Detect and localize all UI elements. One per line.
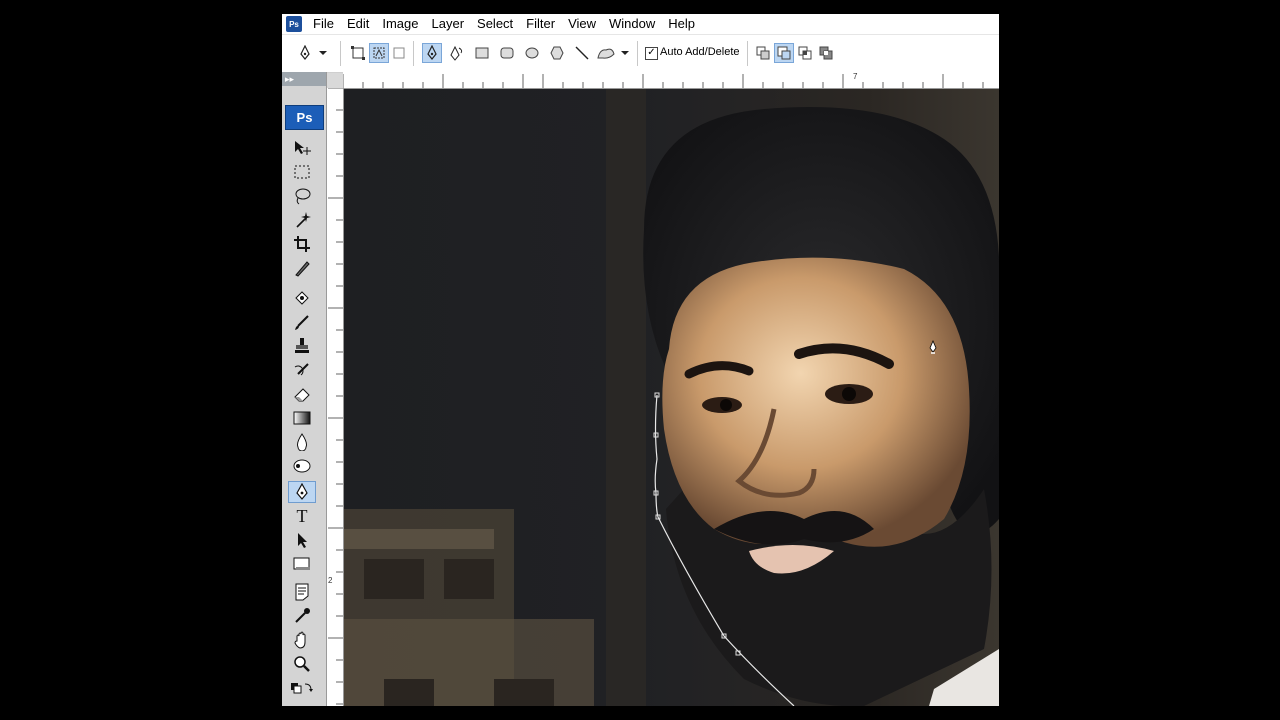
menu-edit[interactable]: Edit bbox=[342, 14, 377, 34]
menu-bar: Ps File Edit Image Layer Select Filter V… bbox=[282, 14, 999, 34]
exclude-overlapping-path-areas-icon[interactable] bbox=[817, 44, 835, 62]
line-icon[interactable] bbox=[573, 44, 591, 62]
crop-icon[interactable] bbox=[289, 234, 315, 254]
shape-icon[interactable] bbox=[289, 554, 315, 574]
custom-shape-dropdown-icon[interactable] bbox=[620, 44, 630, 62]
color-swap-icon[interactable] bbox=[289, 678, 315, 698]
history-brush-icon[interactable] bbox=[289, 360, 315, 380]
hand-icon[interactable] bbox=[289, 630, 315, 650]
custom-shape-icon[interactable] bbox=[597, 44, 615, 62]
options-bar: ✓ Auto Add/Delete bbox=[282, 34, 999, 73]
menu-help[interactable]: Help bbox=[663, 14, 703, 34]
menu-select[interactable]: Select bbox=[472, 14, 521, 34]
healing-brush-icon[interactable] bbox=[289, 288, 315, 308]
eraser-icon[interactable] bbox=[289, 384, 315, 404]
path-selection-icon[interactable] bbox=[289, 530, 315, 550]
marquee-icon[interactable] bbox=[289, 162, 315, 182]
move-icon[interactable] bbox=[289, 138, 315, 158]
rectangle-icon[interactable] bbox=[473, 44, 491, 62]
tool-preset-dropdown-icon[interactable] bbox=[318, 44, 328, 62]
ruler-label: 7 bbox=[853, 72, 858, 81]
menu-layer[interactable]: Layer bbox=[427, 14, 473, 34]
brush-icon[interactable] bbox=[289, 312, 315, 332]
ellipse-icon[interactable] bbox=[523, 44, 541, 62]
polygon-icon[interactable] bbox=[548, 44, 566, 62]
type-icon[interactable]: T bbox=[289, 506, 315, 526]
subtract-from-path-area-icon[interactable] bbox=[774, 43, 794, 63]
ps-badge[interactable]: Ps bbox=[285, 105, 324, 130]
auto-add-delete-checkbox[interactable]: ✓ bbox=[645, 47, 658, 60]
menu-image[interactable]: Image bbox=[377, 14, 426, 34]
auto-add-delete-label: Auto Add/Delete bbox=[660, 46, 740, 58]
intersect-path-areas-icon[interactable] bbox=[796, 44, 814, 62]
pen-icon[interactable] bbox=[288, 481, 316, 503]
document-canvas[interactable] bbox=[344, 89, 999, 706]
freeform-pen-icon[interactable] bbox=[448, 44, 466, 62]
photoshop-window: Ps File Edit Image Layer Select Filter V… bbox=[282, 14, 999, 706]
clone-stamp-icon[interactable] bbox=[289, 336, 315, 356]
gradient-icon[interactable] bbox=[289, 408, 315, 428]
fill-pixels-icon[interactable] bbox=[390, 44, 408, 62]
rounded-rectangle-icon[interactable] bbox=[498, 44, 516, 62]
menu-window[interactable]: Window bbox=[604, 14, 663, 34]
magic-wand-icon[interactable] bbox=[289, 210, 315, 230]
slice-icon[interactable] bbox=[289, 258, 315, 278]
pen-tool-preset-icon[interactable] bbox=[296, 44, 314, 62]
divider bbox=[637, 41, 638, 66]
menu-view[interactable]: View bbox=[563, 14, 604, 34]
shape-layers-icon[interactable] bbox=[349, 44, 367, 62]
menu-file[interactable]: File bbox=[308, 14, 342, 34]
lasso-icon[interactable] bbox=[289, 186, 315, 206]
pen-icon[interactable] bbox=[422, 43, 442, 63]
zoom-icon[interactable] bbox=[289, 654, 315, 674]
ruler-label: 2 bbox=[328, 576, 333, 585]
paths-icon[interactable] bbox=[369, 43, 389, 63]
photo bbox=[344, 89, 999, 706]
menu-filter[interactable]: Filter bbox=[521, 14, 563, 34]
eyedropper-icon[interactable] bbox=[289, 606, 315, 626]
divider bbox=[747, 41, 748, 66]
horizontal-ruler: 7 bbox=[342, 72, 999, 89]
divider bbox=[413, 41, 414, 66]
vertical-ruler: 2 bbox=[326, 87, 344, 706]
add-to-path-area-icon[interactable] bbox=[754, 44, 772, 62]
dodge-icon[interactable] bbox=[289, 456, 315, 476]
notes-icon[interactable] bbox=[289, 582, 315, 602]
app-logo: Ps bbox=[286, 16, 302, 32]
divider bbox=[340, 41, 341, 66]
toolbox-grip[interactable]: ▸▸ bbox=[282, 72, 326, 86]
blur-icon[interactable] bbox=[289, 432, 315, 452]
toolbox: ▸▸ Ps T bbox=[282, 72, 327, 706]
